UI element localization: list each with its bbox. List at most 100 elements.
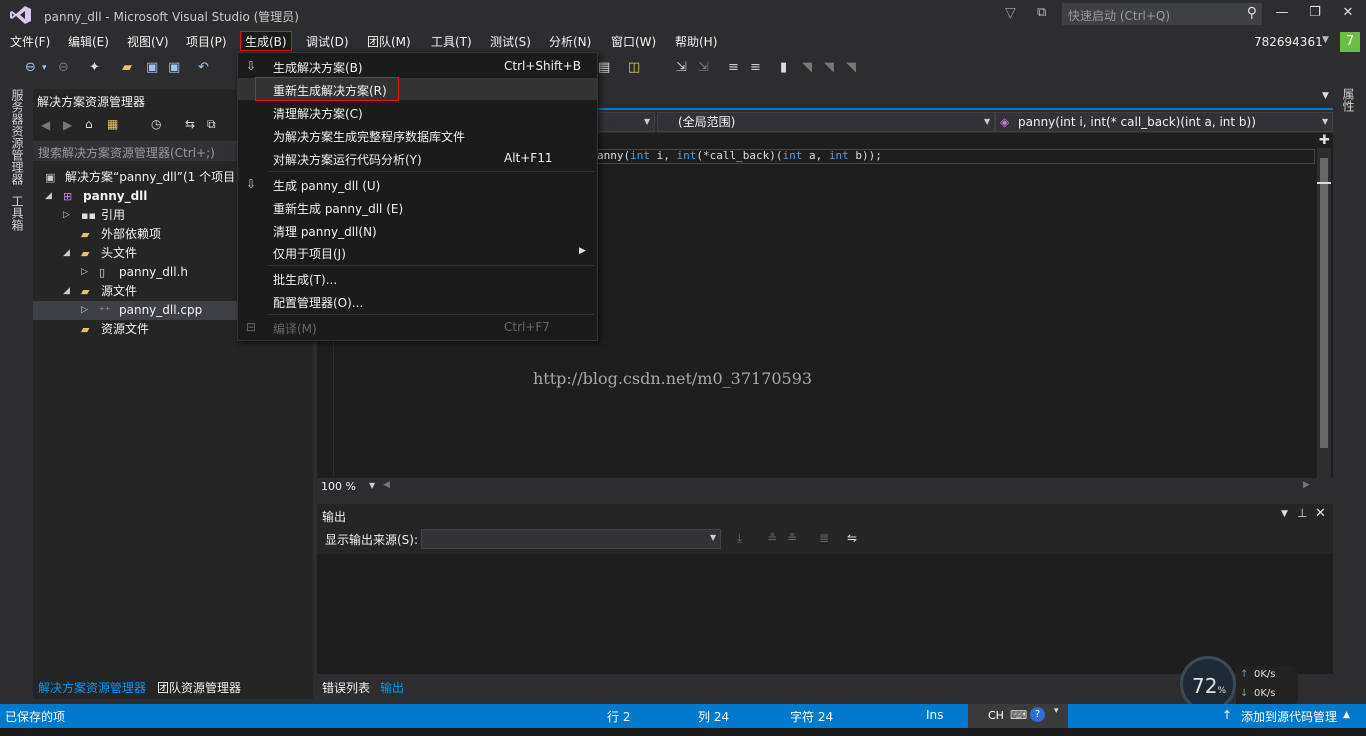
find-in-files-icon[interactable]: ◫ [628, 60, 640, 75]
zoom-level[interactable]: 100 % [321, 480, 356, 493]
source-control-up-icon[interactable]: ↑ [1222, 708, 1232, 722]
bookmark-icon[interactable]: ▮ [780, 60, 787, 75]
menu-project[interactable]: 项目(P) [186, 32, 227, 52]
watermark-url: http://blog.csdn.net/m0_37170593 [533, 369, 813, 388]
menu-item-configuration-manager[interactable]: 配置管理器(O)... [238, 290, 597, 312]
chevron-up-icon[interactable]: ▲ [1343, 710, 1350, 720]
find-message-icon[interactable]: ⤓ [737, 531, 742, 546]
expanded-arrow-icon[interactable]: ◢ [63, 282, 70, 301]
menu-view[interactable]: 视图(V) [127, 32, 169, 52]
menu-file[interactable]: 文件(F) [10, 32, 50, 52]
back-icon[interactable]: ◀ [41, 118, 50, 132]
menu-item-run-code-analysis[interactable]: 对解决方案运行代码分析(Y) Alt+F11 [238, 147, 597, 169]
sync-icon[interactable]: ⇆ [185, 117, 195, 131]
expanded-arrow-icon[interactable]: ◢ [63, 244, 70, 263]
server-explorer-tab[interactable]: 服务器资源管理器 [9, 89, 26, 185]
help-icon[interactable]: ? [1030, 707, 1045, 722]
chevron-down-icon[interactable]: ▾ [42, 63, 47, 73]
uncomment-icon[interactable]: ≡ [750, 60, 761, 75]
menu-build[interactable]: 生成(B) [240, 31, 292, 51]
add-to-source-control-button[interactable]: 添加到源代码管理 [1241, 708, 1337, 725]
split-view-icon[interactable]: ✚ [1319, 133, 1330, 148]
chevron-down-icon[interactable]: ▤ [598, 60, 610, 75]
comment-icon[interactable]: ≡ [728, 60, 739, 75]
menu-edit[interactable]: 编辑(E) [68, 32, 109, 52]
menu-item-build-project[interactable]: ⇩ 生成 panny_dll (U) [238, 173, 597, 195]
navigate-back-icon[interactable]: ⊖ [25, 60, 36, 75]
tab-team-explorer[interactable]: 团队资源管理器 [157, 679, 241, 696]
menu-separator [268, 314, 594, 315]
ime-language[interactable]: CH [988, 709, 1004, 722]
menu-analyze[interactable]: 分析(N) [549, 32, 591, 52]
menu-item-project-only[interactable]: 仅用于项目(J) ▶ [238, 241, 597, 263]
tab-list-dropdown-icon[interactable]: ▼ [1322, 91, 1329, 101]
menu-item-rebuild-project[interactable]: 重新生成 panny_dll (E) [238, 196, 597, 218]
menu-debug[interactable]: 调试(D) [306, 32, 349, 52]
save-all-icon[interactable]: ▣ [168, 60, 180, 75]
menu-window[interactable]: 窗口(W) [611, 32, 656, 52]
menu-item-clean-solution[interactable]: 清理解决方案(C) [238, 101, 597, 123]
properties-tab[interactable]: 属性 [1340, 88, 1357, 112]
left-tool-strip: 服务器资源管理器 工具箱 [0, 85, 30, 705]
bookmark-next-icon: ◥ [824, 60, 834, 75]
close-icon[interactable]: ✕ [1315, 506, 1326, 521]
quick-launch-input[interactable]: 快速启动 (Ctrl+Q) ⚲ [1062, 3, 1262, 25]
menu-test[interactable]: 测试(S) [490, 32, 531, 52]
chevron-down-icon[interactable]: ▾ [1054, 706, 1059, 716]
pending-changes-icon[interactable]: ◷ [151, 117, 161, 131]
new-project-icon[interactable]: ✦ [89, 60, 100, 75]
scrollbar-thumb[interactable] [1320, 158, 1328, 448]
menu-item-build-solution[interactable]: ⇩ 生成解决方案(B) Ctrl+Shift+B [238, 55, 597, 77]
project-dropdown[interactable]: ▼ [595, 112, 655, 132]
step-icon[interactable]: ⇲ [676, 60, 687, 75]
menu-item-generate-pdb[interactable]: 为解决方案生成完整程序数据库文件 [238, 124, 597, 146]
expanded-arrow-icon[interactable]: ◢ [45, 187, 52, 206]
menu-help[interactable]: 帮助(H) [675, 32, 717, 52]
output-source-select[interactable]: ▼ [421, 529, 721, 549]
forward-icon[interactable]: ▶ [63, 118, 72, 132]
chevron-down-icon[interactable]: ▼ [369, 481, 375, 490]
home-icon[interactable]: ⌂ [85, 117, 93, 131]
open-file-icon[interactable]: ▰ [122, 60, 132, 75]
notification-filter-icon[interactable]: ▽ [1005, 5, 1016, 21]
feedback-icon[interactable]: ⧉ [1037, 5, 1046, 20]
scroll-right-icon[interactable]: ▶ [1303, 480, 1310, 490]
pin-icon[interactable]: ⊥ [1297, 506, 1307, 520]
tab-error-list[interactable]: 错误列表 [322, 679, 370, 696]
menu-tools[interactable]: 工具(T) [431, 32, 472, 52]
collapsed-arrow-icon[interactable]: ▷ [81, 263, 88, 282]
scope-dropdown[interactable]: (全局范围) ▼ [657, 112, 995, 132]
menu-item-batch-build[interactable]: 批生成(T)... [238, 267, 597, 289]
scroll-left-icon[interactable]: ◀ [383, 480, 390, 490]
save-icon[interactable]: ▣ [146, 60, 158, 75]
chevron-down-icon[interactable]: ▼ [1281, 509, 1288, 519]
keyboard-icon[interactable]: ⌨ [1010, 708, 1027, 722]
editor-vertical-scrollbar[interactable] [1317, 148, 1331, 478]
next-message-icon[interactable]: ≗ [787, 531, 797, 545]
tab-output[interactable]: 输出 [380, 679, 404, 696]
notification-badge[interactable]: 7 [1340, 32, 1360, 52]
collapsed-arrow-icon[interactable]: ▷ [63, 206, 70, 225]
undo-icon[interactable]: ↶ [198, 60, 209, 75]
toolbox-tab[interactable]: 工具箱 [9, 195, 26, 231]
tree-label-external-deps: 外部依赖项 [101, 227, 162, 241]
switch-views-icon[interactable]: ▦ [107, 117, 118, 131]
minimize-button[interactable]: — [1271, 5, 1293, 23]
close-window-button[interactable]: ✕ [1337, 5, 1359, 23]
chevron-down-icon[interactable]: ▼ [1322, 35, 1329, 45]
menu-team[interactable]: 团队(M) [367, 32, 411, 52]
clear-all-icon[interactable]: ≣ [819, 531, 829, 545]
prev-message-icon[interactable]: ≗ [767, 531, 777, 545]
collapse-all-icon[interactable]: ⧉ [207, 117, 216, 132]
user-account-name[interactable]: 782694361 [1254, 35, 1323, 49]
search-icon[interactable]: ⚲ [1247, 5, 1257, 21]
member-dropdown[interactable]: ◈ panny(int i, int(* call_back)(int a, i… [995, 112, 1333, 132]
word-wrap-icon[interactable]: ⇋ [847, 531, 857, 545]
navigate-forward-icon[interactable]: ⊖ [58, 60, 69, 75]
menu-item-clean-project[interactable]: 清理 panny_dll(N) [238, 219, 597, 241]
code-line[interactable]: anny(int i, int(*call_back)(int a, int b… [597, 149, 882, 162]
maximize-button[interactable]: ❐ [1304, 5, 1326, 23]
caret-position-marker [1317, 182, 1331, 184]
tab-solution-explorer[interactable]: 解决方案资源管理器 [38, 679, 146, 696]
collapsed-arrow-icon[interactable]: ▷ [81, 301, 88, 320]
